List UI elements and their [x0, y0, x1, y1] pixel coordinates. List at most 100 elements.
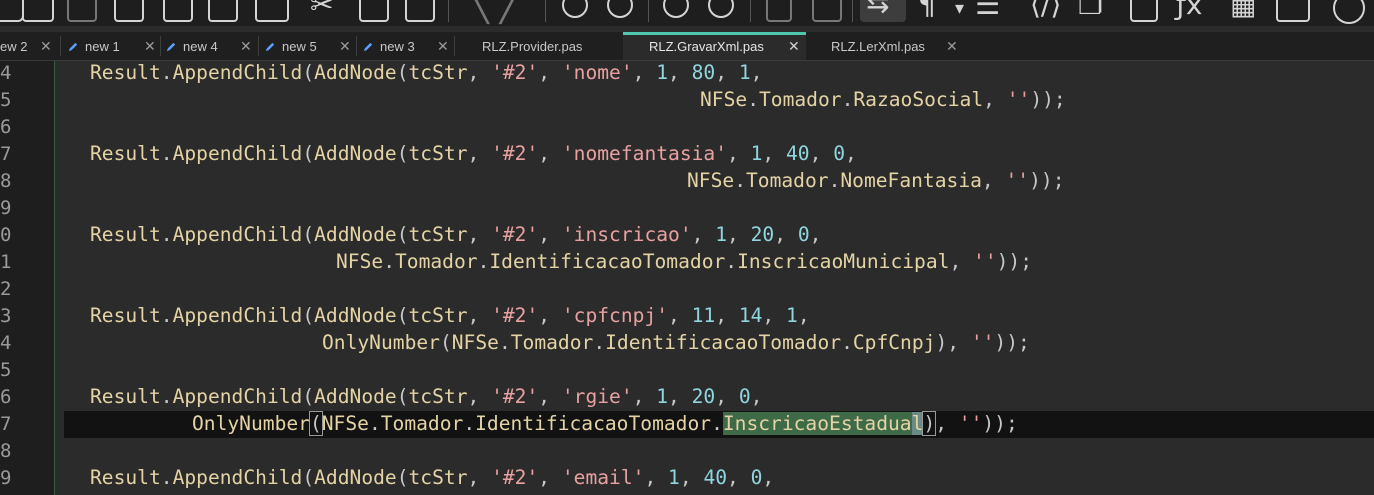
tab-label: RLZ.Provider.pas: [482, 39, 583, 54]
monitoring-icon[interactable]: [1276, 0, 1310, 22]
tab-label: RLZ.GravarXml.pas: [649, 39, 764, 54]
code-line: NFSe.Tomador.RazaoSocial, ''));: [700, 88, 1066, 111]
replace-icon[interactable]: [607, 0, 633, 18]
toolbar-separator: [448, 0, 449, 22]
line-number: 8: [0, 440, 12, 462]
line-number: 4: [0, 332, 12, 354]
show-all-chars-icon[interactable]: ¶: [918, 0, 936, 20]
cut-icon[interactable]: ✂: [310, 0, 333, 20]
modified-pencil-icon: [166, 42, 176, 52]
line-number: 7: [0, 413, 12, 435]
toolbar: ✂ ╲ ╱ ⇆ ¶ ▾ ☰ ⟨/⟩ ❐ ƒx ▦: [0, 0, 1374, 26]
code-line: Result.AppendChild(AddNode(tcStr, '#2', …: [90, 223, 822, 246]
sync-scroll-icon[interactable]: [766, 0, 792, 22]
tab-label: new 3: [380, 39, 415, 54]
fold-margin: [54, 61, 55, 495]
tab-close-icon[interactable]: ✕: [788, 34, 800, 58]
code-line: Result.AppendChild(AddNode(tcStr, '#2', …: [90, 304, 810, 327]
udl-icon[interactable]: ⟨/⟩: [1030, 0, 1061, 20]
tab-close-icon[interactable]: ✕: [437, 32, 449, 61]
line-number: 4: [0, 62, 12, 84]
line-number: 1: [0, 251, 12, 273]
copy-icon[interactable]: [359, 0, 389, 22]
tab-separator: [356, 36, 357, 56]
line-number: 8: [0, 170, 12, 192]
code-line: NFSe.Tomador.IdentificacaoTomador.Inscri…: [336, 250, 1033, 273]
modified-pencil-icon: [68, 42, 78, 52]
tab-rlz-gravarxml[interactable]: RLZ.GravarXml.pas ✕: [623, 32, 806, 60]
line-number: 6: [0, 116, 12, 138]
doc-map-icon[interactable]: ❐: [1078, 0, 1103, 20]
tab-close-icon[interactable]: ✕: [144, 32, 156, 61]
close-all-icon[interactable]: [208, 0, 238, 22]
code-editor[interactable]: Result.AppendChild(AddNode(tcStr, '#2', …: [64, 61, 1374, 495]
tab-new-1[interactable]: new 1 ✕: [68, 32, 158, 60]
code-line: Result.AppendChild(AddNode(tcStr, '#2', …: [90, 385, 763, 408]
undo-icon[interactable]: ╲: [468, 0, 488, 22]
line-number: 6: [0, 386, 12, 408]
modified-pencil-icon: [363, 42, 373, 52]
text-caret: l: [911, 412, 924, 435]
line-number: 3: [0, 305, 12, 327]
toolbar-separator: [545, 0, 546, 22]
tab-label: new 4: [183, 39, 218, 54]
close-icon[interactable]: [163, 0, 193, 22]
tab-close-icon[interactable]: ✕: [946, 32, 958, 61]
sync-scroll-h-icon[interactable]: [812, 0, 842, 22]
save-icon[interactable]: [22, 0, 54, 22]
line-number: 9: [0, 467, 12, 489]
save-all-icon[interactable]: [114, 0, 144, 22]
print-icon[interactable]: [255, 0, 289, 22]
tab-label: new 5: [282, 39, 317, 54]
line-number: 7: [0, 143, 12, 165]
tab-label: ew 2: [0, 39, 28, 54]
matching-brace: (: [308, 411, 323, 436]
code-line: Result.AppendChild(AddNode(tcStr, '#2', …: [90, 61, 763, 84]
line-number: 0: [0, 224, 12, 246]
code-line-current: OnlyNumber(NFSe.Tomador.IdentificacaoTom…: [192, 411, 1018, 436]
matching-brace: ): [922, 411, 937, 436]
indent-guide-icon[interactable]: ☰: [975, 0, 1000, 20]
zoom-out-icon[interactable]: [708, 0, 734, 18]
tab-new-4[interactable]: new 4 ✕: [166, 32, 256, 60]
zoom-in-icon[interactable]: [663, 0, 689, 18]
record-macro-icon[interactable]: [1333, 0, 1365, 24]
tab-new-5[interactable]: new 5 ✕: [265, 32, 357, 60]
toolbar-separator: [750, 0, 751, 22]
line-number: 9: [0, 197, 12, 219]
tab-close-icon[interactable]: ✕: [240, 32, 252, 61]
tab-close-icon[interactable]: ✕: [40, 32, 52, 61]
dropdown-arrow-icon[interactable]: ▾: [955, 0, 964, 24]
selected-text: InscricaoEstadua: [722, 412, 912, 435]
tab-label: new 1: [85, 39, 120, 54]
save-disabled-icon[interactable]: [67, 0, 97, 22]
function-icon[interactable]: ƒx: [1176, 0, 1202, 20]
word-wrap-icon[interactable]: ⇆: [866, 0, 889, 18]
line-number: 2: [0, 278, 12, 300]
code-line: Result.AppendChild(AddNode(tcStr, '#2', …: [90, 466, 775, 489]
line-number: 5: [0, 359, 12, 381]
tab-label: RLZ.LerXml.pas: [831, 39, 925, 54]
tab-close-icon[interactable]: ✕: [339, 32, 351, 61]
tab-new-2[interactable]: ew 2 ✕: [0, 32, 58, 60]
code-line: NFSe.Tomador.NomeFantasia, ''));: [687, 169, 1065, 192]
paste-icon[interactable]: [405, 0, 435, 22]
modified-pencil-icon: [265, 42, 275, 52]
tab-separator: [60, 36, 61, 56]
tab-rlz-lerxml[interactable]: RLZ.LerXml.pas ✕: [831, 32, 971, 60]
tab-bar: ew 2 ✕ new 1 ✕ new 4 ✕ new 5 ✕ new 3 ✕ R…: [0, 32, 1374, 61]
line-number: 5: [0, 89, 12, 111]
tab-new-3[interactable]: new 3 ✕: [363, 32, 455, 60]
function-list-icon[interactable]: [1130, 0, 1158, 22]
find-icon[interactable]: [562, 0, 588, 18]
tab-separator: [258, 36, 259, 56]
code-line: OnlyNumber(NFSe.Tomador.IdentificacaoTom…: [322, 331, 1030, 354]
folder-workspace-icon[interactable]: ▦: [1230, 0, 1256, 20]
open-icon[interactable]: [0, 0, 24, 22]
tab-separator: [160, 36, 161, 56]
code-line: Result.AppendChild(AddNode(tcStr, '#2', …: [90, 142, 857, 165]
redo-icon[interactable]: ╱: [500, 0, 520, 22]
tab-separator: [454, 36, 455, 56]
line-number-gutter: 4 5 6 7 8 9 0 1 2 3 4 5 6 7 8 9: [0, 61, 54, 495]
tab-rlz-provider[interactable]: RLZ.Provider.pas: [482, 32, 622, 60]
